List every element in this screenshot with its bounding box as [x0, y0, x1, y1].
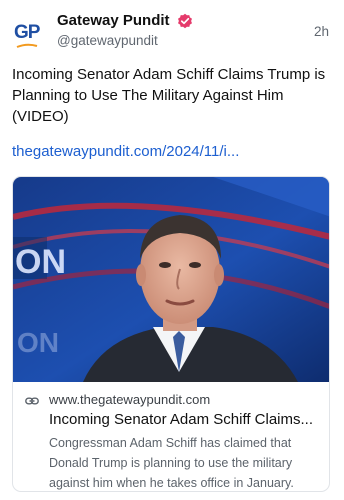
post-header: GP Gateway Pundit @gatewaypundit 2h	[12, 10, 332, 56]
author-name[interactable]: Gateway Pundit	[57, 12, 170, 29]
avatar-logo-text: GP	[14, 22, 40, 43]
image-overlay-text: ON	[15, 243, 66, 281]
card-meta[interactable]: www.thegatewaypundit.com Incoming Senato…	[13, 383, 329, 491]
avatar-swoosh-icon	[16, 43, 38, 48]
post-time[interactable]: 2h	[314, 24, 329, 39]
card-image[interactable]: ON ON	[13, 177, 330, 382]
verified-badge-icon	[177, 13, 192, 28]
author-handle[interactable]: @gatewaypundit	[57, 33, 193, 48]
link-icon	[25, 397, 39, 405]
author-info: Gateway Pundit @gatewaypundit	[57, 12, 193, 48]
card-description: Congressman Adam Schiff has claimed that…	[49, 436, 294, 490]
post-link[interactable]: thegatewaypundit.com/2024/11/i...	[12, 143, 239, 160]
post-text: Incoming Senator Adam Schiff Claims Trum…	[12, 66, 326, 125]
avatar[interactable]: GP	[12, 16, 50, 54]
svg-text:ON: ON	[17, 327, 59, 358]
card-domain: www.thegatewaypundit.com	[49, 392, 211, 407]
card-title[interactable]: Incoming Senator Adam Schiff Claims...	[49, 411, 313, 428]
link-preview-card[interactable]: ON ON www.thegatewaypundit.com Incoming …	[12, 176, 330, 492]
